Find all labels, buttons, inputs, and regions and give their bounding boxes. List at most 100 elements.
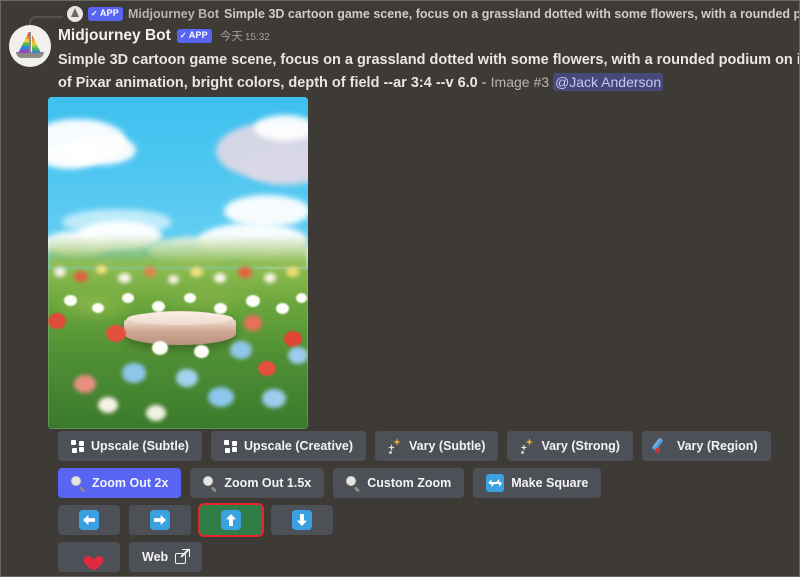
avatar-boat-mast	[29, 32, 31, 53]
upscale-icon	[71, 439, 84, 453]
button-label: Custom Zoom	[367, 475, 452, 490]
make-square-button[interactable]: Make Square	[473, 468, 602, 498]
pan-down-button[interactable]	[271, 505, 333, 535]
prompt-line-1: Simple 3D cartoon game scene, focus on a…	[58, 52, 800, 68]
arrow-down-icon	[292, 510, 312, 530]
magnifier-icon	[71, 476, 86, 492]
reply-author-name[interactable]: Midjourney Bot	[128, 7, 219, 21]
verified-check-icon: ✓	[91, 8, 98, 18]
button-label: Vary (Region)	[676, 438, 758, 453]
flower	[246, 295, 260, 307]
image-index-label: Image #3	[490, 74, 550, 90]
sparkles-icon	[520, 438, 534, 454]
flower	[122, 363, 146, 383]
flower	[190, 267, 203, 277]
generated-image[interactable]	[48, 97, 308, 429]
vary-region-button[interactable]: Vary (Region)	[641, 431, 771, 461]
avatar-rainbow-sail-icon	[18, 32, 29, 53]
pan-row	[58, 503, 798, 537]
zoom-out-2x-button[interactable]: Zoom Out 2x	[58, 468, 182, 498]
upscale-subtle-button[interactable]: Upscale (Subtle)	[58, 431, 202, 461]
action-button-rows: Upscale (Subtle) Upscale (Creative) Vary…	[58, 431, 798, 576]
image-podium	[124, 311, 236, 345]
heart-icon	[81, 550, 98, 565]
message-body: Simple 3D cartoon game scene, focus on a…	[58, 49, 800, 94]
flower	[262, 389, 286, 408]
flower	[296, 293, 307, 303]
flower	[244, 315, 262, 331]
message-header: Midjourney Bot ✓ APP 今天 15:32	[58, 27, 270, 45]
flower	[168, 275, 179, 284]
reply-spine-decoration	[29, 16, 63, 25]
upscale-icon	[223, 439, 237, 453]
flower	[214, 303, 227, 314]
open-web-button[interactable]: Web	[129, 542, 203, 572]
flower	[176, 369, 198, 387]
reply-preview-text[interactable]: Simple 3D cartoon game scene, focus on a…	[224, 7, 799, 21]
arrow-right-icon	[150, 510, 170, 530]
flower	[264, 273, 276, 283]
favorite-button[interactable]	[58, 542, 120, 572]
button-label: Web	[142, 549, 169, 564]
author-name[interactable]: Midjourney Bot	[58, 27, 171, 45]
flower	[284, 331, 302, 347]
flower	[208, 387, 234, 407]
sparkles-icon	[388, 438, 402, 454]
pan-left-button[interactable]	[58, 505, 120, 535]
button-label: Vary (Strong)	[541, 438, 620, 453]
magnifier-icon	[203, 476, 218, 492]
flower	[106, 325, 126, 342]
button-label: Upscale (Creative)	[243, 438, 354, 453]
pan-up-button[interactable]	[198, 503, 264, 537]
flower	[74, 271, 88, 282]
timestamp-day: 今天	[219, 31, 243, 43]
avatar[interactable]	[9, 25, 51, 67]
custom-zoom-button[interactable]: Custom Zoom	[333, 468, 465, 498]
flower	[152, 341, 168, 355]
flower	[92, 303, 104, 313]
magnifier-icon	[346, 476, 361, 492]
cloud	[224, 195, 308, 227]
flower	[64, 295, 77, 306]
button-label: Upscale (Subtle)	[91, 438, 189, 453]
arrow-left-icon	[79, 510, 99, 530]
prompt-line-2-text: of Pixar animation, bright colors, depth…	[58, 75, 478, 91]
flower	[144, 267, 156, 277]
flower	[214, 273, 226, 283]
verified-check-icon: ✓	[179, 30, 187, 40]
vary-subtle-button[interactable]: Vary (Subtle)	[375, 431, 499, 461]
reply-preview[interactable]: ✓ APP Midjourney Bot Simple 3D cartoon g…	[1, 3, 799, 25]
flower	[74, 375, 96, 393]
external-link-icon	[175, 549, 191, 564]
button-label: Make Square	[511, 475, 589, 490]
paintbrush-icon	[651, 437, 670, 453]
flower	[118, 273, 131, 283]
avatar-rainbow-sail-secondary-icon	[32, 35, 41, 53]
button-label: Vary (Subtle)	[409, 438, 486, 453]
timestamp: 今天 15:32	[220, 28, 270, 44]
flower	[276, 303, 289, 314]
flower	[286, 267, 299, 277]
flower	[184, 293, 196, 303]
user-mention[interactable]: @Jack Anderson	[553, 73, 664, 91]
app-badge-reply: ✓ APP	[88, 7, 124, 21]
vary-strong-button[interactable]: Vary (Strong)	[507, 431, 633, 461]
flower	[122, 293, 134, 303]
prompt-line-2: of Pixar animation, bright colors, depth…	[58, 71, 799, 94]
flower	[54, 267, 66, 277]
flower	[48, 313, 66, 329]
zoom-row: Zoom Out 2x Zoom Out 1.5x Custom Zoom Ma…	[58, 468, 798, 498]
make-square-icon	[486, 474, 505, 492]
discord-message-view: ✓ APP Midjourney Bot Simple 3D cartoon g…	[0, 0, 800, 577]
image-grass-horizon	[48, 235, 308, 269]
flower	[146, 405, 166, 421]
flower	[152, 301, 165, 312]
upscale-creative-button[interactable]: Upscale (Creative)	[210, 431, 367, 461]
flower	[98, 397, 118, 413]
pan-right-button[interactable]	[129, 505, 191, 535]
button-label: Zoom Out 2x	[92, 475, 169, 490]
zoom-out-1-5x-button[interactable]: Zoom Out 1.5x	[190, 468, 325, 498]
button-label: Zoom Out 1.5x	[224, 475, 312, 490]
flower	[96, 265, 107, 274]
app-badge: ✓ APP	[176, 29, 212, 43]
